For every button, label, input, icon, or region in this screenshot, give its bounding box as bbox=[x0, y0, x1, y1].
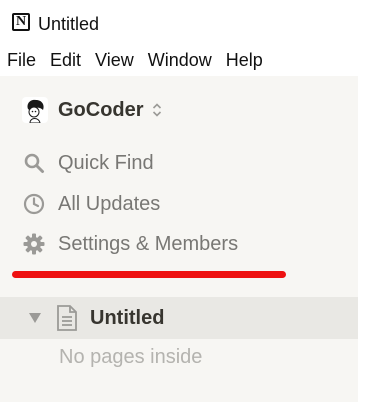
page-icon bbox=[57, 305, 77, 331]
quick-find-label: Quick Find bbox=[58, 151, 154, 174]
triangle-down-icon[interactable] bbox=[28, 312, 42, 324]
notion-logo-icon: N bbox=[12, 13, 30, 31]
menu-view[interactable]: View bbox=[95, 45, 134, 75]
menu-help[interactable]: Help bbox=[226, 45, 263, 75]
window-title: Untitled bbox=[38, 14, 100, 34]
no-pages-note: No pages inside bbox=[59, 346, 203, 368]
sidebar-item-settings[interactable]: Settings & Members bbox=[22, 230, 238, 258]
page-title: Untitled bbox=[90, 306, 165, 329]
workspace-name: GoCoder bbox=[58, 98, 144, 121]
red-annotation-underline bbox=[12, 271, 286, 278]
settings-members-label: Settings & Members bbox=[58, 232, 239, 255]
all-updates-label: All Updates bbox=[58, 192, 161, 215]
page-item-untitled[interactable]: Untitled bbox=[0, 297, 358, 339]
title-bar: N Untitled bbox=[0, 0, 366, 44]
gear-icon bbox=[22, 232, 46, 256]
sidebar-item-all-updates[interactable]: All Updates bbox=[22, 190, 160, 218]
menu-edit[interactable]: Edit bbox=[50, 45, 81, 75]
clock-icon bbox=[22, 192, 46, 216]
menu-bar: File Edit View Window Help bbox=[0, 44, 366, 76]
chevron-up-down-icon bbox=[152, 103, 161, 117]
sidebar-edge bbox=[358, 76, 366, 402]
workspace-avatar bbox=[22, 97, 48, 123]
workspace-switcher[interactable]: GoCoder bbox=[22, 96, 162, 124]
search-icon bbox=[22, 151, 46, 175]
menu-window[interactable]: Window bbox=[148, 45, 212, 75]
sidebar-item-quick-find[interactable]: Quick Find bbox=[22, 149, 154, 177]
menu-file[interactable]: File bbox=[7, 45, 36, 75]
